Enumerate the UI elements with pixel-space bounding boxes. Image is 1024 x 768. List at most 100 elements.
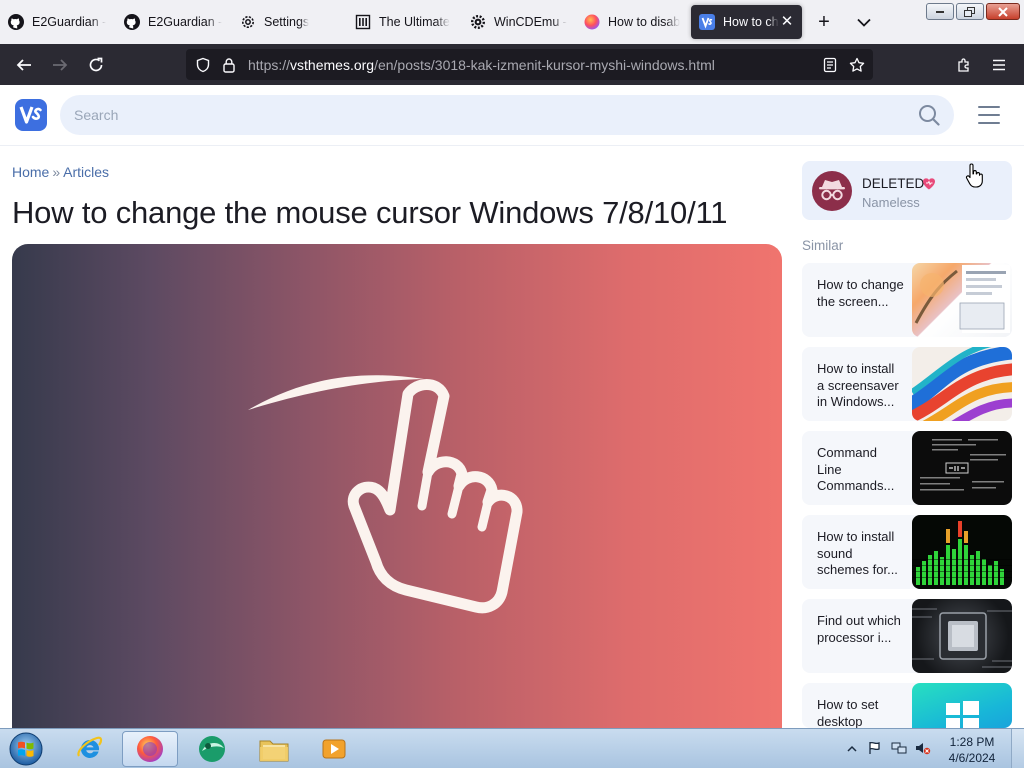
similar-article-title[interactable]: Command Line Commands... bbox=[817, 445, 905, 495]
hand-pointer-cursor-icon bbox=[965, 163, 983, 188]
tab-label: E2Guardian - bbox=[148, 15, 223, 29]
show-hidden-icons-button[interactable] bbox=[843, 739, 861, 757]
vsthemes-logo[interactable] bbox=[15, 99, 47, 131]
chevron-down-icon bbox=[857, 18, 871, 27]
similar-article-title[interactable]: How to install sound schemes for... bbox=[817, 529, 905, 579]
author-name[interactable]: DELETED bbox=[862, 176, 924, 191]
breadcrumb-articles-link[interactable]: Articles bbox=[63, 164, 109, 180]
bookmark-star-icon[interactable] bbox=[848, 56, 866, 74]
reload-button[interactable] bbox=[83, 52, 109, 78]
equalizer-thumbnail[interactable] bbox=[912, 515, 1012, 589]
similar-article-title[interactable]: Find out which processor i... bbox=[817, 613, 905, 646]
browser-navigation-bar: https://vsthemes.org/en/posts/3018-kak-i… bbox=[0, 44, 1024, 85]
reader-view-icon[interactable] bbox=[821, 56, 839, 74]
colorful-swirl-thumbnail[interactable] bbox=[912, 347, 1012, 421]
show-desktop-button[interactable] bbox=[1011, 729, 1024, 768]
windows-taskbar: 1:28 PM 4/6/2024 bbox=[0, 728, 1024, 768]
media-player-icon bbox=[322, 739, 346, 759]
similar-article-card[interactable]: How to install sound schemes for... bbox=[802, 515, 1012, 589]
tab-label: How to ch bbox=[723, 15, 779, 29]
app-menu-button[interactable] bbox=[986, 52, 1012, 78]
similar-article-title[interactable]: How to install a screensaver in Windows.… bbox=[817, 361, 905, 411]
similar-article-card[interactable]: Command Line Commands... bbox=[802, 431, 1012, 505]
site-search bbox=[60, 95, 954, 135]
site-menu-icon[interactable] bbox=[978, 105, 1000, 125]
start-button[interactable] bbox=[4, 730, 48, 768]
breadcrumb-home-link[interactable]: Home bbox=[12, 164, 49, 180]
action-center-flag-icon[interactable] bbox=[866, 739, 884, 757]
arrow-right-icon bbox=[53, 59, 68, 71]
extensions-button[interactable] bbox=[951, 52, 977, 78]
windows-start-orb-icon bbox=[9, 732, 43, 766]
restore-button[interactable] bbox=[956, 3, 984, 20]
shield-icon[interactable] bbox=[194, 56, 212, 74]
windows-logo-thumbnail[interactable] bbox=[912, 683, 1012, 728]
search-input[interactable] bbox=[74, 95, 894, 135]
tab-label: WinCDEmu - bbox=[494, 15, 567, 29]
tab-label: How to disab bbox=[608, 15, 681, 29]
processor-thumbnail[interactable] bbox=[912, 599, 1012, 673]
close-icon bbox=[998, 6, 1008, 17]
github-icon bbox=[124, 14, 140, 30]
forward-button[interactable] bbox=[47, 52, 73, 78]
clock-time: 1:28 PM bbox=[949, 735, 995, 749]
similar-article-card[interactable]: Find out which processor i... bbox=[802, 599, 1012, 673]
system-clock[interactable]: 1:28 PM 4/6/2024 bbox=[942, 734, 1002, 766]
back-button[interactable] bbox=[11, 52, 37, 78]
similar-article-card[interactable]: How to install a screensaver in Windows.… bbox=[802, 347, 1012, 421]
chevron-up-icon bbox=[847, 745, 857, 752]
close-tab-icon[interactable]: ✕ bbox=[778, 13, 796, 31]
reload-icon bbox=[89, 57, 103, 72]
url-path: /en/posts/3018-kak-izmenit-kursor-myshi-… bbox=[374, 57, 715, 73]
tab-the-ultimate[interactable]: The Ultimate bbox=[355, 5, 455, 39]
tab-wincdemu[interactable]: WinCDEmu - bbox=[470, 5, 570, 39]
volume-muted-icon[interactable] bbox=[914, 739, 932, 757]
firefox-icon bbox=[584, 14, 600, 30]
avatar[interactable] bbox=[812, 171, 852, 211]
network-icon[interactable] bbox=[890, 739, 908, 757]
minimize-icon bbox=[936, 10, 944, 13]
search-icon[interactable] bbox=[918, 104, 940, 126]
spy-incognito-icon bbox=[819, 180, 845, 201]
screen-thumbnail[interactable] bbox=[912, 263, 1012, 337]
hamburger-menu-icon bbox=[993, 59, 1005, 71]
vsthemes-icon bbox=[699, 14, 715, 30]
tab-how-to-disable[interactable]: How to disab bbox=[584, 5, 684, 39]
heart-icon bbox=[923, 178, 935, 190]
library-icon bbox=[355, 14, 371, 30]
green-app-icon bbox=[199, 736, 225, 762]
restore-icon bbox=[964, 6, 975, 17]
firefox-taskbar-button[interactable] bbox=[122, 731, 178, 767]
new-tab-button[interactable]: + bbox=[812, 10, 836, 34]
similar-article-card[interactable]: How to set desktop bbox=[802, 683, 1012, 728]
lock-icon[interactable] bbox=[220, 56, 238, 74]
command-line-thumbnail[interactable] bbox=[912, 431, 1012, 505]
tab-e2guardian-2[interactable]: E2Guardian - bbox=[124, 5, 228, 39]
explorer-taskbar-button[interactable] bbox=[246, 731, 302, 767]
similar-article-card[interactable]: How to change the screen... bbox=[802, 263, 1012, 337]
tab-how-to-change-active[interactable]: How to ch ✕ bbox=[691, 5, 802, 39]
firefox-icon bbox=[137, 736, 163, 762]
article-hero-image bbox=[12, 244, 782, 744]
arrow-left-icon bbox=[16, 59, 31, 71]
tab-label: Settings bbox=[264, 15, 310, 29]
close-window-button[interactable] bbox=[986, 3, 1020, 20]
author-subtitle: Nameless bbox=[862, 195, 920, 210]
tab-settings[interactable]: Settings bbox=[240, 5, 344, 39]
tab-e2guardian-1[interactable]: E2Guardian - bbox=[8, 5, 112, 39]
tab-label: The Ultimate bbox=[379, 15, 450, 29]
address-bar[interactable]: https://vsthemes.org/en/posts/3018-kak-i… bbox=[186, 49, 873, 80]
internet-explorer-taskbar-button[interactable] bbox=[62, 731, 118, 767]
site-header bbox=[0, 85, 1024, 146]
breadcrumb-separator: » bbox=[52, 164, 61, 180]
tab-list-button[interactable] bbox=[852, 10, 876, 34]
media-player-taskbar-button[interactable] bbox=[306, 731, 362, 767]
url-text[interactable]: https://vsthemes.org/en/posts/3018-kak-i… bbox=[248, 57, 715, 73]
green-app-taskbar-button[interactable] bbox=[184, 731, 240, 767]
github-icon bbox=[8, 14, 24, 30]
clock-date: 4/6/2024 bbox=[948, 751, 996, 765]
similar-article-title[interactable]: How to set desktop bbox=[817, 697, 905, 728]
similar-article-title[interactable]: How to change the screen... bbox=[817, 277, 905, 310]
url-scheme: https:// bbox=[248, 57, 291, 73]
minimize-button[interactable] bbox=[926, 3, 954, 20]
